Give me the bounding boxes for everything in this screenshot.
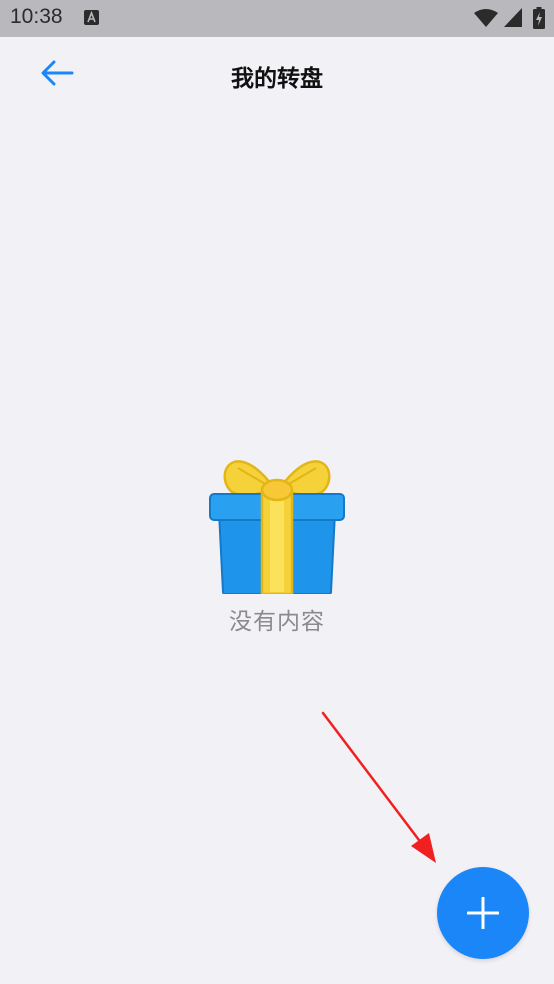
a-notification-icon — [84, 10, 99, 25]
annotation-arrow-icon — [321, 711, 436, 863]
status-bar: 10:38 — [0, 0, 554, 37]
signal-icon — [504, 8, 522, 27]
app-bar: 我的转盘 — [0, 37, 554, 109]
empty-message: 没有内容 — [229, 609, 325, 635]
page-title: 我的转盘 — [231, 66, 323, 92]
status-time: 10:38 — [10, 5, 63, 28]
navigation-bar — [0, 979, 554, 984]
battery-charging-icon — [533, 7, 545, 29]
plus-icon — [467, 897, 499, 929]
add-button[interactable] — [437, 867, 529, 959]
wifi-icon — [474, 9, 498, 27]
gift-icon — [209, 460, 345, 594]
empty-state: 没有内容 — [177, 450, 377, 640]
